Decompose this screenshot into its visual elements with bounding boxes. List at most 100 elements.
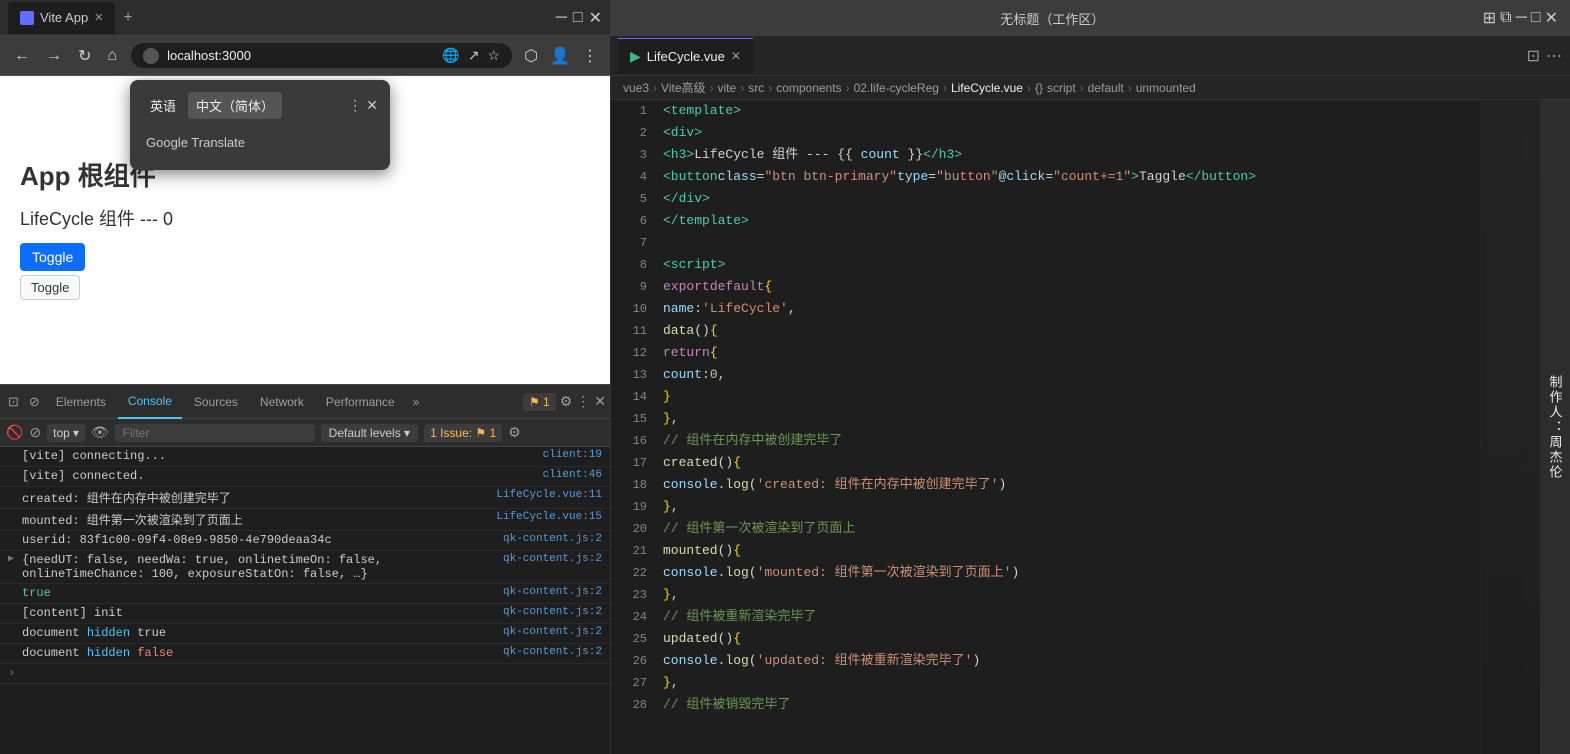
log-text: [content] init [22,606,495,620]
breadcrumb-vite-advanced[interactable]: Vite高级 [661,79,705,96]
filter-icon[interactable]: ⊘ [29,424,41,441]
toggle-button-1[interactable]: Toggle [20,243,85,271]
browser-tab[interactable]: Vite App ✕ [8,2,115,34]
tab-console[interactable]: Console [118,385,182,419]
code-line-12: return { [663,342,1472,364]
home-button[interactable]: ⌂ [101,43,123,69]
tab-more[interactable]: » [407,395,426,409]
code-line-26: console.log('updated: 组件被重新渲染完毕了') [663,650,1472,672]
breadcrumb-default[interactable]: default [1088,81,1124,95]
more-options-button[interactable]: ⋮ [578,42,602,70]
code-line-2: <div> [663,122,1472,144]
top-context-selector[interactable]: top ▾ [47,424,85,442]
breadcrumb-vite[interactable]: vite [718,81,737,95]
translate-more-icon[interactable]: ⋮ [348,97,362,114]
minimize-icon[interactable]: ─ [556,9,567,27]
eye-icon[interactable]: 👁 [91,424,109,441]
code-editor[interactable]: 1 2 3 4 5 6 7 8 9 10 11 12 13 14 [611,100,1540,754]
back-button[interactable]: ← [8,43,36,69]
breadcrumb-sep: › [1027,81,1031,95]
vscode-layout-icon[interactable]: ⊞ [1483,8,1496,28]
code-line-4: <button class="btn btn-primary" type="bu… [663,166,1472,188]
log-source[interactable]: client:19 [543,449,602,461]
translate-close-icon[interactable]: ✕ [366,97,378,114]
tab-sources[interactable]: Sources [184,385,248,419]
code-line-16: // 组件在内存中被创建完毕了 [663,430,1472,452]
console-settings-icon[interactable]: ⚙ [508,424,521,441]
breadcrumb-vue3[interactable]: vue3 [623,81,649,95]
log-source[interactable]: LifeCycle.vue:15 [496,511,602,523]
issue-badge-toolbar[interactable]: 1 Issue: ⚑ 1 [424,424,502,442]
editor-area: vue3 › Vite高级 › vite › src › components … [610,76,1570,754]
code-line-13: count: 0, [663,364,1472,386]
minimap [1480,100,1540,754]
dropdown-arrow-icon: ▾ [73,426,79,440]
more-editor-icon[interactable]: ⋯ [1546,46,1562,66]
tab-performance[interactable]: Performance [316,385,405,419]
log-source[interactable]: qk-content.js:2 [503,626,602,638]
breadcrumb-lifecycle-reg[interactable]: 02.life-cycleReg [854,81,939,95]
vscode-title: 无标题（工作区） [622,9,1483,28]
breadcrumb-components[interactable]: components [776,81,841,95]
vscode-split-icon[interactable]: ⧉ [1500,8,1511,28]
editor-file-tab[interactable]: ▶ LifeCycle.vue ✕ [618,38,753,74]
log-text: userid: 83f1c00-09f4-08e9-9850-4e790deaa… [22,533,495,547]
cursor-icon: › [8,666,15,680]
log-row: ▶ {needUT: false, needWa: true, onlineti… [0,551,610,584]
vscode-restore-icon[interactable]: □ [1531,8,1541,28]
refresh-button[interactable]: ↻ [72,42,97,70]
lang-from-button[interactable]: 英语 [142,92,184,119]
log-source[interactable]: qk-content.js:2 [503,533,602,545]
breadcrumb-sep: › [653,81,657,95]
log-source[interactable]: client:46 [543,469,602,481]
log-source[interactable]: qk-content.js:2 [503,553,602,565]
log-source[interactable]: qk-content.js:2 [503,606,602,618]
log-source[interactable]: qk-content.js:2 [503,646,602,658]
maximize-icon[interactable]: □ [573,9,583,27]
console-filter-input[interactable] [115,424,315,442]
new-tab-button[interactable]: + [119,9,136,27]
translate-icon[interactable]: 🌐 [442,47,459,64]
issue-badge[interactable]: ⚑ 1 [523,393,556,411]
extensions-button[interactable]: ⬡ [520,42,542,70]
log-source[interactable]: qk-content.js:2 [503,586,602,598]
close-window-icon[interactable]: ✕ [589,8,602,28]
log-level-selector[interactable]: Default levels ▾ [321,424,418,442]
tab-network[interactable]: Network [250,385,314,419]
vscode-minimize-icon[interactable]: ─ [1516,8,1527,28]
breadcrumb-script[interactable]: script [1047,81,1076,95]
code-line-19: }, [663,496,1472,518]
devtools-close-icon[interactable]: ✕ [594,393,606,410]
devtools-more-icon[interactable]: ⋮ [576,393,590,410]
devtools-panel: ⊡ ⊘ Elements Console Sources Network Per… [0,384,610,754]
tab-title: Vite App [40,10,88,25]
breadcrumb-src[interactable]: src [748,81,764,95]
log-row: document hidden false qk-content.js:2 [0,644,610,664]
breadcrumb-file[interactable]: LifeCycle.vue [951,81,1023,95]
forward-button[interactable]: → [40,43,68,69]
split-editor-icon[interactable]: ⊡ [1527,46,1540,66]
toggle-button-2[interactable]: Toggle [20,275,80,300]
devtools-block-icon[interactable]: ⊘ [25,394,44,410]
vscode-close-icon[interactable]: ✕ [1545,8,1558,28]
lang-to-button[interactable]: 中文（简体） [188,92,282,119]
devtools-settings-icon[interactable]: ⚙ [560,393,573,410]
editor-tab-close-icon[interactable]: ✕ [731,49,741,63]
breadcrumb-braces-icon: {} [1035,81,1043,95]
code-line-6: </template> [663,210,1472,232]
secure-icon [143,48,159,64]
profile-button[interactable]: 👤 [546,42,574,70]
address-bar[interactable]: localhost:3000 🌐 ↗ ☆ [131,43,512,68]
close-icon[interactable]: ✕ [94,11,103,24]
share-icon[interactable]: ↗ [468,47,480,64]
log-source[interactable]: LifeCycle.vue:11 [496,489,602,501]
breadcrumb-unmounted[interactable]: unmounted [1136,81,1196,95]
tab-elements[interactable]: Elements [46,385,116,419]
log-text: [vite] connecting... [22,449,535,463]
code-line-27: }, [663,672,1472,694]
expand-icon[interactable]: ▶ [8,553,18,565]
console-logs[interactable]: [vite] connecting... client:19 [vite] co… [0,447,610,754]
clear-console-icon[interactable]: 🚫 [6,424,23,441]
bookmark-icon[interactable]: ☆ [488,47,501,64]
devtools-toggle-icon[interactable]: ⊡ [4,394,23,410]
